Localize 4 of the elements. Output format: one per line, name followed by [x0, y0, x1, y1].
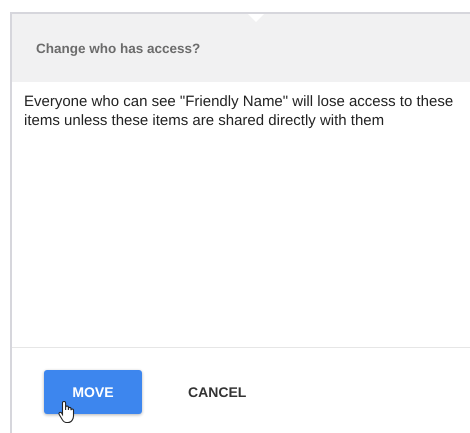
cancel-button[interactable]: CANCEL: [168, 370, 266, 414]
dialog-title: Change who has access?: [36, 40, 200, 56]
move-button[interactable]: MOVE: [44, 370, 142, 414]
dialog-message: Everyone who can see "Friendly Name" will lose access to these items unless these items are shared directly with them: [24, 92, 454, 130]
